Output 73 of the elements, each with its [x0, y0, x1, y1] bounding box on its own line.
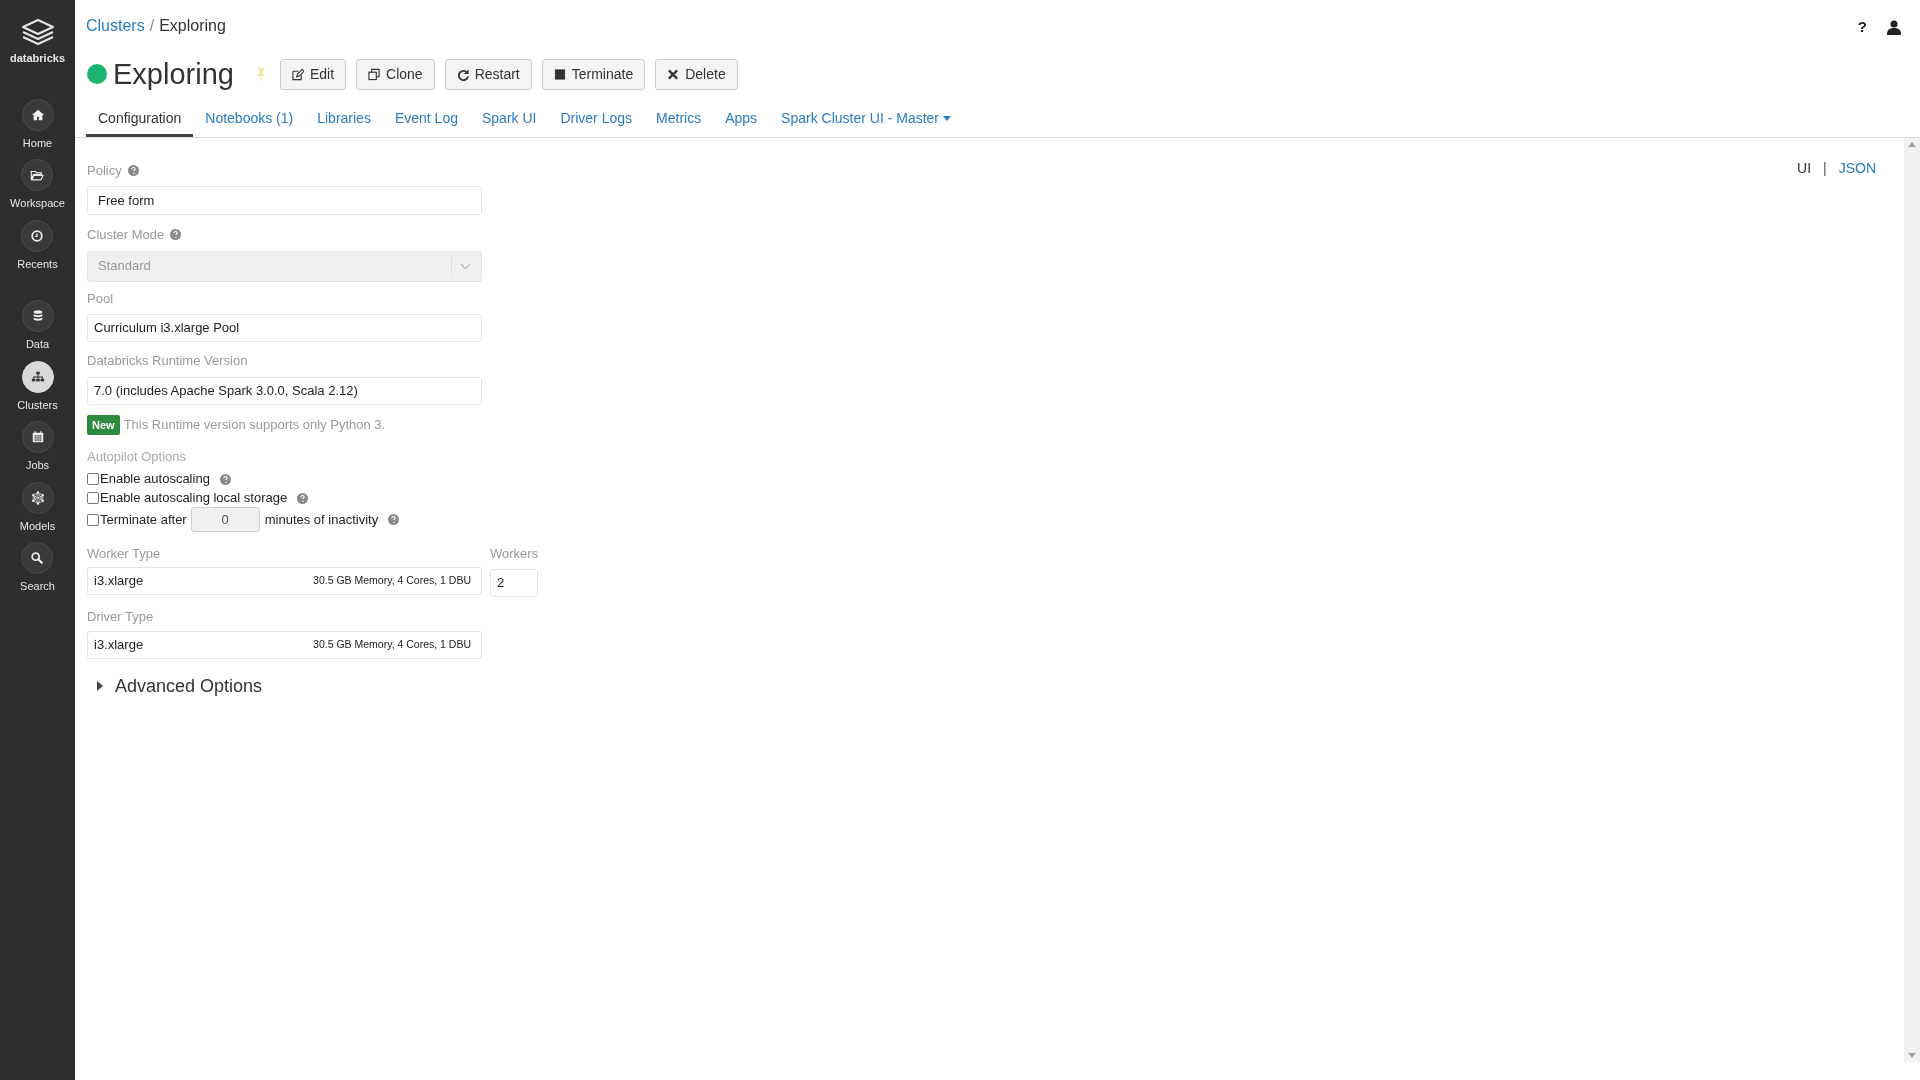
- checkbox-label: Enable autoscaling local storage: [100, 489, 288, 508]
- new-badge: New: [87, 414, 120, 435]
- calendar-icon: [30, 430, 45, 444]
- minutes-suffix: minutes of inactivity: [264, 510, 379, 529]
- view-toggle[interactable]: JSON: [1838, 157, 1876, 179]
- breadcrumb-link[interactable]: Clusters: [86, 14, 145, 38]
- breadcrumb-separator: /: [149, 16, 155, 36]
- checkbox-label: Enable autoscaling: [100, 470, 210, 489]
- field-label: Cluster Mode: [87, 226, 165, 244]
- scroll-down-icon[interactable]: [1908, 1053, 1916, 1058]
- user-icon[interactable]: [1887, 19, 1901, 35]
- help-button[interactable]: ?: [1857, 16, 1867, 39]
- pool-field[interactable]: Curriculum i3.xlarge Pool: [87, 314, 482, 342]
- stop-icon: [553, 67, 566, 81]
- sitemap-icon: [30, 369, 45, 384]
- checkbox[interactable]: [87, 492, 99, 504]
- field-label: Workers: [490, 544, 539, 563]
- tab[interactable]: Spark UI: [470, 102, 549, 137]
- field-label: Worker Type: [87, 544, 162, 563]
- delete-button[interactable]: Delete: [655, 58, 738, 90]
- tab[interactable]: Event Log: [382, 102, 470, 137]
- tab[interactable]: Spark Cluster UI - Master: [769, 102, 964, 137]
- tab[interactable]: Apps: [713, 102, 770, 137]
- tab[interactable]: Notebooks (1): [193, 102, 306, 137]
- close-icon: [667, 67, 680, 81]
- logo-text: databricks: [10, 51, 65, 66]
- layers-icon: [20, 18, 55, 48]
- view-toggle[interactable]: UI: [1797, 157, 1811, 179]
- help-icon[interactable]: [127, 164, 139, 176]
- folder-icon: [30, 168, 45, 182]
- runtime-field[interactable]: 7.0 (includes Apache Spark 3.0.0, Scala 2.12): [87, 376, 482, 405]
- policy-field[interactable]: Free form: [87, 186, 482, 215]
- scrollbar[interactable]: [1904, 137, 1920, 1062]
- view-separator: |: [1823, 158, 1827, 178]
- worker-type-select[interactable]: i3.xlarge 30.5 GB Memory, 4 Cores, 1 DBU: [87, 567, 482, 595]
- cluster-title: Exploring: [113, 59, 234, 89]
- network-icon: [30, 490, 45, 505]
- field-label: Databricks Runtime Version: [87, 352, 248, 370]
- restart-button[interactable]: Restart: [444, 58, 532, 90]
- sidebar-item[interactable]: Workspace: [10, 159, 65, 212]
- copy-icon: [368, 67, 381, 81]
- help-icon[interactable]: [219, 473, 231, 485]
- section-label: Autopilot Options: [87, 448, 187, 466]
- home-icon: [30, 107, 45, 122]
- help-icon[interactable]: [297, 492, 309, 504]
- workers-field[interactable]: 2: [490, 569, 538, 597]
- tab[interactable]: Metrics: [644, 102, 714, 137]
- logo[interactable]: databricks: [10, 18, 65, 67]
- advanced-options-toggle[interactable]: Advanced Options: [97, 672, 263, 700]
- driver-type-select[interactable]: i3.xlarge 30.5 GB Memory, 4 Cores, 1 DBU: [87, 630, 482, 659]
- refresh-icon: [456, 67, 469, 81]
- scroll-up-icon[interactable]: [1908, 141, 1916, 147]
- edit-icon: [291, 67, 304, 81]
- checkbox-label: Terminate after: [100, 510, 187, 529]
- checkbox[interactable]: [87, 513, 99, 526]
- tab[interactable]: Driver Logs: [548, 102, 645, 137]
- caret-right-icon: [97, 681, 103, 691]
- minutes-field[interactable]: 0: [190, 507, 260, 532]
- clock-icon: [30, 228, 45, 243]
- checkbox[interactable]: [87, 473, 99, 485]
- tab[interactable]: Configuration: [86, 102, 194, 137]
- edit-button[interactable]: Edit: [279, 58, 347, 90]
- help-icon[interactable]: [388, 514, 400, 525]
- field-label: Driver Type: [87, 608, 155, 626]
- breadcrumb-current: Exploring: [159, 16, 226, 36]
- field-label: Policy: [87, 161, 122, 180]
- tab[interactable]: Libraries: [305, 102, 383, 137]
- runtime-note: This Runtime version supports only Python 3.: [123, 416, 386, 434]
- field-label: Pool: [87, 289, 114, 308]
- search-icon: [30, 551, 45, 565]
- stop-button[interactable]: Terminate: [541, 58, 646, 90]
- chevron-down-icon: [460, 262, 471, 270]
- clone-button[interactable]: Clone: [356, 58, 435, 90]
